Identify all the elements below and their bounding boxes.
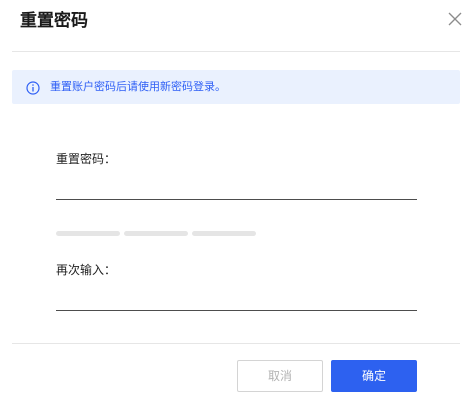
strength-segment [192, 231, 256, 236]
cancel-button[interactable]: 取消 [237, 360, 323, 392]
notice-text: 重置账户密码后请使用新密码登录。 [50, 80, 226, 93]
info-icon [26, 80, 40, 95]
strength-segment [124, 231, 188, 236]
header-divider [12, 51, 460, 52]
footer-divider [12, 343, 460, 344]
password-strength-meter [56, 231, 256, 236]
confirm-password-label: 再次输入： [56, 263, 117, 277]
dialog-title: 重置密码 [20, 11, 88, 31]
close-icon[interactable] [447, 11, 463, 27]
confirm-button[interactable]: 确定 [331, 360, 417, 392]
password-input[interactable] [56, 176, 417, 200]
reset-password-dialog: 重置密码 重置账户密码后请使用新密码登录。 重置密码： 再次输入： 取消 确定 [0, 0, 474, 406]
strength-segment [56, 231, 120, 236]
confirm-password-input[interactable] [56, 287, 417, 311]
password-label: 重置密码： [56, 152, 117, 166]
info-notice: 重置账户密码后请使用新密码登录。 [12, 70, 460, 104]
